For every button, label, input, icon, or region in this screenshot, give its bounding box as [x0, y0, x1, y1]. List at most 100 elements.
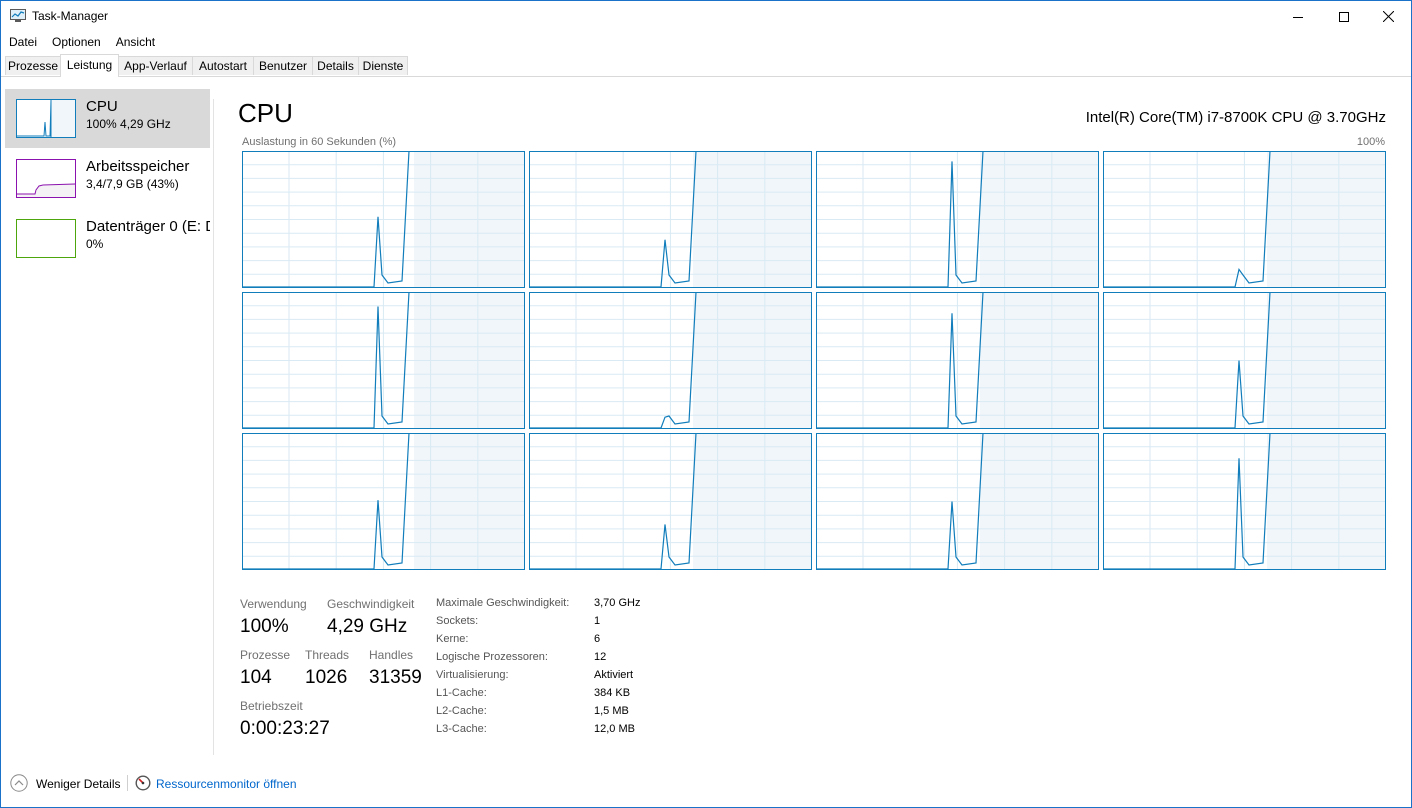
info-value: 3,70 GHz	[594, 597, 641, 609]
speed-value: 4,29 GHz	[327, 616, 408, 637]
info-value: 1	[594, 615, 601, 627]
core-graph	[242, 292, 525, 429]
core-graph-svg	[1103, 292, 1386, 429]
core-graph-svg	[816, 151, 1099, 288]
info-value: 12,0 MB	[594, 723, 635, 735]
tab-benutzer[interactable]: Benutzer	[253, 56, 313, 75]
sidebar-item-sub: 3,4/7,9 GB (43%)	[86, 177, 179, 191]
menu-ansicht[interactable]: Ansicht	[108, 32, 162, 52]
menu-datei[interactable]: Datei	[1, 32, 44, 52]
info-label: L3-Cache:	[436, 723, 487, 735]
footer-bar: Weniger Details Ressourcenmonitor öffnen	[1, 769, 1411, 799]
handles-label: Handles	[369, 648, 414, 662]
info-value: 12	[594, 651, 607, 663]
uptime-label: Betriebszeit	[240, 699, 303, 713]
resource-monitor-link[interactable]: Ressourcenmonitor öffnen	[156, 777, 297, 791]
cpu-model-name: Intel(R) Core(TM) i7-8700K CPU @ 3.70GHz	[1085, 109, 1386, 126]
info-label: Logische Prozessoren:	[436, 651, 548, 663]
core-graph-svg	[816, 292, 1099, 429]
info-value: 6	[594, 633, 601, 645]
sidebar-item-name: CPU	[86, 98, 118, 115]
cpu-mini-graph	[16, 99, 76, 138]
menu-bar: Datei Optionen Ansicht	[1, 32, 1411, 52]
core-graph-svg	[816, 433, 1099, 570]
core-graph-svg	[529, 151, 812, 288]
info-label: L1-Cache:	[436, 687, 487, 699]
sidebar-item-disk[interactable]: Datenträger 0 (E: D 0%	[5, 209, 210, 268]
minimize-button[interactable]	[1275, 1, 1321, 32]
menu-optionen[interactable]: Optionen	[44, 32, 108, 52]
core-graph	[816, 292, 1099, 429]
core-graph	[529, 292, 812, 429]
core-graph	[1103, 151, 1386, 288]
tab-app-verlauf[interactable]: App-Verlauf	[118, 56, 193, 75]
sidebar-item-sub: 0%	[86, 237, 104, 251]
page-title: CPU	[238, 98, 293, 128]
maximize-button[interactable]	[1321, 1, 1367, 32]
uptime-value: 0:00:23:27	[240, 718, 330, 739]
resource-monitor-icon	[135, 775, 151, 791]
sidebar-item-cpu[interactable]: CPU 100% 4,29 GHz	[5, 89, 210, 148]
threads-value: 1026	[305, 667, 348, 688]
tab-bar: Prozesse Leistung App-Verlauf Autostart …	[1, 54, 1411, 77]
info-label: Kerne:	[436, 633, 469, 645]
processes-value: 104	[240, 667, 272, 688]
sidebar-item-sub: 100% 4,29 GHz	[86, 117, 171, 131]
task-manager-window: Task-Manager Datei Optionen Ansicht Proz…	[0, 0, 1412, 808]
tab-dienste[interactable]: Dienste	[358, 56, 408, 75]
info-value: 1,5 MB	[594, 705, 629, 717]
info-value: 384 KB	[594, 687, 631, 699]
footer-divider	[127, 775, 128, 791]
tab-prozesse[interactable]: Prozesse	[5, 56, 61, 75]
sidebar-item-memory[interactable]: Arbeitsspeicher 3,4/7,9 GB (43%)	[5, 149, 210, 208]
info-label: L2-Cache:	[436, 705, 487, 717]
core-graph	[816, 433, 1099, 570]
core-graph	[242, 151, 525, 288]
disk-mini-graph	[16, 219, 76, 258]
core-graph-svg	[529, 292, 812, 429]
core-graph	[529, 151, 812, 288]
info-value: Aktiviert	[594, 669, 634, 681]
task-manager-app-icon	[10, 9, 26, 22]
maximize-icon	[1339, 11, 1349, 22]
memory-mini-graph	[16, 159, 76, 198]
tab-autostart[interactable]: Autostart	[192, 56, 254, 75]
minimize-icon	[1293, 16, 1303, 18]
graph-caption: Auslastung in 60 Sekunden (%)	[242, 136, 397, 148]
logical-processor-graphs	[242, 151, 1387, 571]
tab-leistung[interactable]: Leistung	[60, 54, 119, 77]
sidebar-item-name: Arbeitsspeicher	[86, 158, 190, 175]
core-graph-svg	[242, 292, 525, 429]
info-label: Maximale Geschwindigkeit:	[436, 597, 570, 609]
usage-label: Verwendung	[240, 597, 307, 611]
core-graph-svg	[1103, 433, 1386, 570]
speed-label: Geschwindigkeit	[327, 597, 415, 611]
less-details-link[interactable]: Weniger Details	[36, 777, 120, 791]
resource-monitor-icon-wrap[interactable]	[135, 775, 151, 791]
window-title: Task-Manager	[32, 9, 109, 23]
info-label: Sockets:	[436, 615, 479, 627]
close-icon	[1382, 11, 1394, 22]
tab-details[interactable]: Details	[312, 56, 359, 75]
sidebar-separator	[213, 99, 214, 755]
core-graph	[1103, 433, 1386, 570]
core-graph-svg	[529, 433, 812, 570]
processes-label: Prozesse	[240, 648, 291, 662]
core-graph-svg	[1103, 151, 1386, 288]
core-graph-svg	[242, 151, 525, 288]
chevron-up-circle-icon	[10, 774, 28, 792]
title-bar: Task-Manager	[1, 1, 1411, 32]
core-graph	[1103, 292, 1386, 429]
close-button[interactable]	[1365, 1, 1411, 32]
info-label: Virtualisierung:	[436, 669, 509, 681]
graph-max-label: 100%	[1356, 136, 1385, 148]
core-graph-svg	[242, 433, 525, 570]
less-details-button[interactable]	[10, 774, 28, 792]
core-graph	[816, 151, 1099, 288]
performance-sidebar: CPU 100% 4,29 GHz Arbeitsspeicher 3,4/7,…	[1, 77, 213, 757]
sidebar-item-name: Datenträger 0 (E: D	[86, 218, 210, 235]
core-graph	[529, 433, 812, 570]
usage-value: 100%	[240, 616, 289, 637]
core-graph	[242, 433, 525, 570]
threads-label: Threads	[305, 648, 350, 662]
